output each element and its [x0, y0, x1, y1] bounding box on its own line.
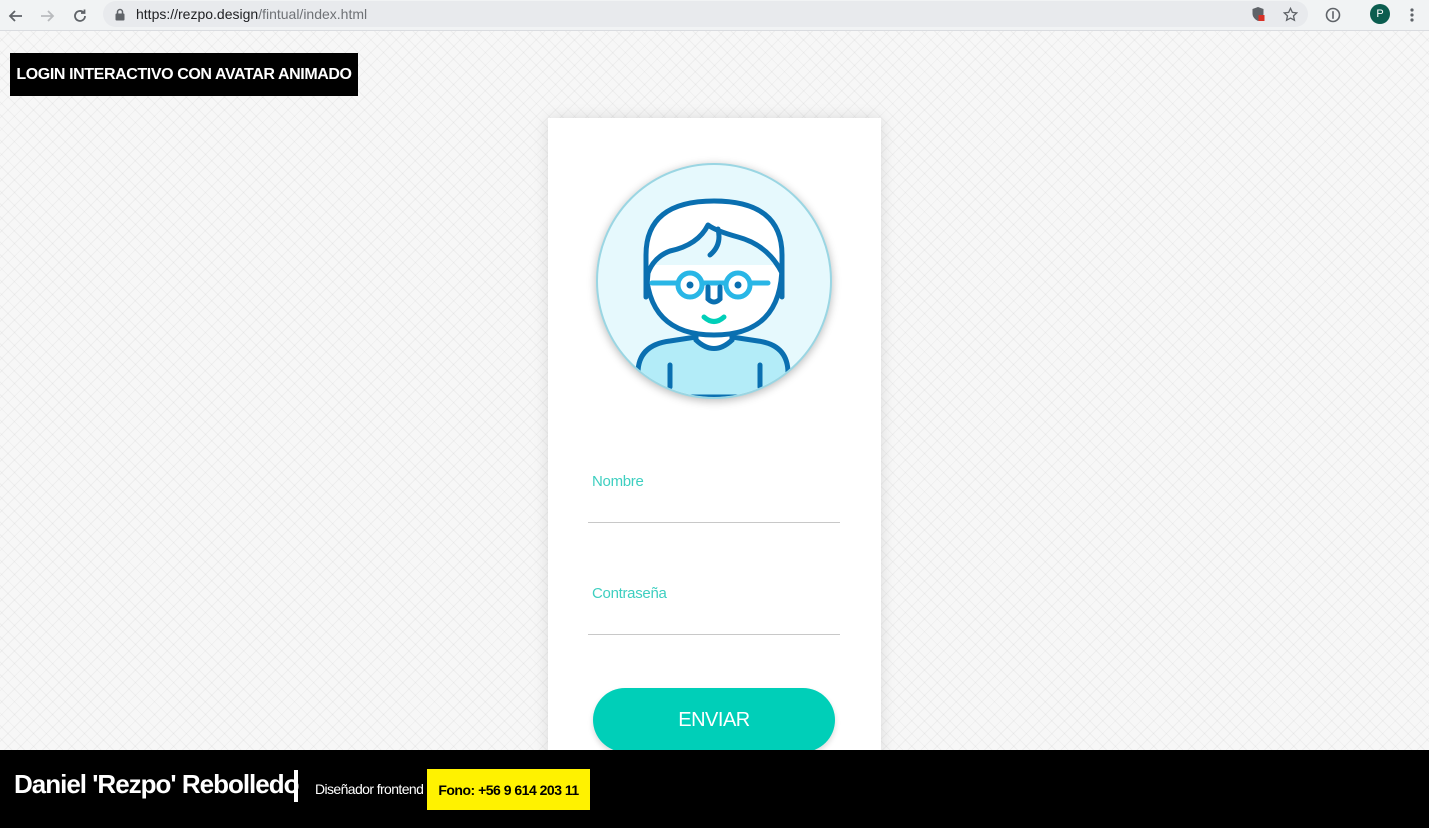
password-label: Contraseña	[592, 585, 667, 602]
login-card: Nombre Contraseña ENVIAR	[548, 118, 881, 758]
browser-toolbar: https://rezpo.design/fintual/index.html …	[0, 0, 1429, 31]
lock-icon	[114, 7, 128, 21]
avatar-eye-left	[686, 281, 694, 289]
url-path: /fintual/index.html	[258, 6, 368, 22]
profile-avatar[interactable]: P	[1370, 4, 1390, 24]
shield-icon[interactable]	[1247, 3, 1269, 25]
star-icon[interactable]	[1279, 3, 1301, 25]
address-bar[interactable]: https://rezpo.design/fintual/index.html	[103, 1, 1308, 27]
url-host: https://rezpo.design	[136, 6, 259, 22]
info-icon[interactable]	[1322, 4, 1344, 26]
kebab-menu-icon[interactable]	[1401, 4, 1423, 26]
author-role: Diseñador frontend	[315, 781, 424, 797]
author-name: Daniel 'Rezpo' Rebolledo	[14, 769, 300, 799]
submit-button[interactable]: ENVIAR	[593, 688, 835, 752]
name-label: Nombre	[592, 473, 644, 490]
name-input[interactable]	[588, 493, 840, 523]
page-title: LOGIN INTERACTIVO CON AVATAR ANIMADO	[10, 53, 358, 96]
forward-arrow-icon[interactable]	[34, 3, 60, 29]
url-text: https://rezpo.design/fintual/index.html	[136, 6, 367, 22]
password-input[interactable]	[588, 605, 840, 635]
reload-icon[interactable]	[67, 3, 93, 29]
avatar-eye-right	[734, 281, 742, 289]
footer-divider	[294, 770, 298, 802]
back-arrow-icon[interactable]	[3, 3, 29, 29]
avatar-illustration	[635, 198, 791, 397]
phone-badge: Fono: +56 9 614 203 11	[427, 769, 590, 810]
footer: Daniel 'Rezpo' Rebolledo Diseñador front…	[0, 750, 1429, 828]
avatar	[596, 163, 832, 399]
avatar-hair-strand	[707, 226, 722, 258]
